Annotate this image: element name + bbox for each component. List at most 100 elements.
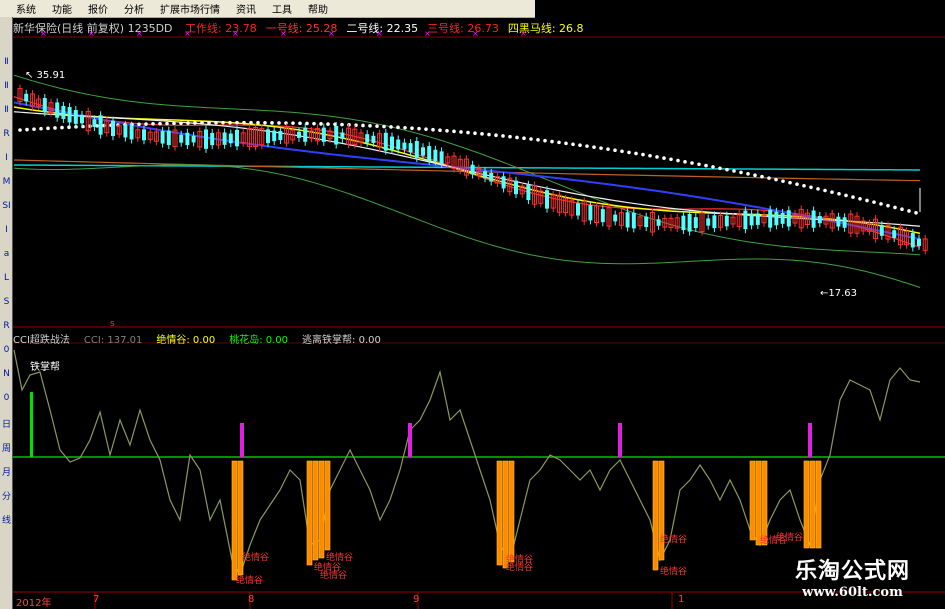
candle-down	[842, 217, 847, 228]
signal-label-0: 绝情谷	[236, 574, 263, 586]
dotted-ma-point	[564, 141, 568, 146]
dotted-ma-point	[221, 120, 225, 125]
top-marker: ×	[472, 29, 479, 38]
candle-down	[724, 215, 729, 227]
dotted-ma-point	[872, 200, 876, 204]
candle-down	[470, 164, 475, 175]
candle-down	[235, 129, 239, 147]
dotted-ma-point	[879, 202, 883, 206]
dotted-ma-point	[655, 155, 659, 159]
candle-down	[210, 132, 215, 146]
dotted-ma-point	[193, 121, 197, 125]
candle-down	[396, 139, 401, 150]
candle-down	[817, 216, 822, 224]
candle-down	[768, 209, 773, 228]
dotted-ma-point	[382, 124, 386, 129]
dotted-ma-point	[326, 122, 330, 126]
top-marker: ×	[136, 29, 143, 38]
dotted-ma-point	[522, 136, 526, 141]
orange-signal-bar	[652, 460, 659, 571]
signal-label-6: 绝情谷	[506, 561, 533, 573]
dotted-ma-point	[529, 137, 533, 141]
top-marker: ×	[232, 29, 239, 38]
dotted-ma-point	[242, 120, 246, 125]
dotted-ma-point	[711, 165, 715, 169]
dotted-ma-point	[620, 149, 624, 154]
top-marker: ×	[520, 29, 527, 38]
candle-down	[80, 114, 84, 124]
dotted-ma-point	[781, 179, 785, 183]
candle-down	[222, 132, 227, 145]
orange-signal-bar	[306, 460, 313, 566]
dotted-ma-point	[606, 147, 610, 151]
date-label-3: 9	[413, 594, 420, 605]
dotted-ma-point	[53, 126, 57, 130]
candle-down	[321, 127, 326, 142]
candle-down	[774, 211, 779, 226]
dotted-ma-point	[46, 126, 50, 131]
dotted-ma-point	[389, 125, 393, 129]
candle-down	[272, 130, 277, 142]
candle-down	[712, 215, 717, 229]
orange-signal-bar	[815, 460, 822, 549]
dotted-ma-point	[683, 159, 687, 164]
dotted-ma-point	[18, 128, 22, 132]
candle-down	[910, 232, 915, 248]
dotted-ma-point	[627, 150, 631, 155]
bollinger-lower	[13, 164, 921, 289]
candle-down	[501, 176, 506, 189]
candle-down	[656, 219, 661, 226]
orange-signal-bar	[508, 460, 515, 563]
dotted-ma-point	[697, 162, 701, 167]
magenta-signal-2	[618, 423, 622, 457]
dotted-ma-point	[375, 124, 379, 128]
candle-down	[526, 184, 531, 201]
dotted-ma-point	[312, 121, 316, 126]
dotted-ma-point	[417, 126, 421, 131]
candle-down	[917, 238, 921, 246]
candle-down	[340, 132, 345, 139]
candle-down	[644, 216, 649, 228]
dotted-ma-point	[809, 185, 813, 190]
orange-signal-bar	[496, 460, 503, 566]
candle-down	[427, 146, 432, 161]
candle-down	[123, 125, 128, 138]
stock-chart[interactable]: × × × × × × × × × × ×↖ 35.91←17.63铁掌帮绝情谷绝情谷绝情谷绝情谷绝…	[0, 0, 945, 609]
dotted-ma-point	[403, 125, 407, 130]
dotted-ma-point	[767, 176, 771, 180]
dotted-ma-point	[788, 180, 792, 185]
candle-down	[179, 134, 184, 143]
dotted-ma-point	[410, 126, 414, 131]
orange-signal-bar	[318, 460, 325, 559]
orange-signal-bar	[803, 460, 810, 549]
dotted-ma-point	[837, 191, 841, 196]
candle-down	[61, 105, 66, 119]
dotted-ma-point	[599, 146, 603, 150]
candle-down	[383, 132, 388, 151]
marker-s: s	[110, 319, 115, 329]
top-marker: ×	[376, 29, 383, 38]
dotted-ma-point	[914, 210, 918, 215]
magenta-signal-0	[240, 423, 244, 457]
top-marker: ×	[424, 29, 431, 38]
dotted-ma-point	[305, 121, 309, 126]
dotted-ma-point	[144, 122, 148, 126]
candle-down	[371, 135, 376, 143]
dotted-ma-point	[669, 157, 673, 162]
candle-down	[191, 135, 196, 143]
top-marker: ×	[88, 29, 95, 38]
magenta-signal-1	[408, 423, 412, 457]
candle-down	[67, 107, 72, 123]
candle-down	[755, 213, 760, 225]
dotted-ma-point	[340, 122, 344, 127]
dotted-ma-point	[676, 158, 680, 163]
candle-down	[334, 125, 339, 145]
dotted-ma-point	[473, 131, 477, 136]
dotted-ma-point	[844, 193, 848, 198]
dotted-ma-point	[536, 138, 540, 142]
dotted-ma-point	[158, 121, 162, 126]
indicator-value-3: 桃花岛: 0.00	[229, 335, 289, 346]
candle-down	[631, 212, 636, 229]
candle-down	[185, 132, 190, 146]
candle-down	[545, 190, 549, 209]
